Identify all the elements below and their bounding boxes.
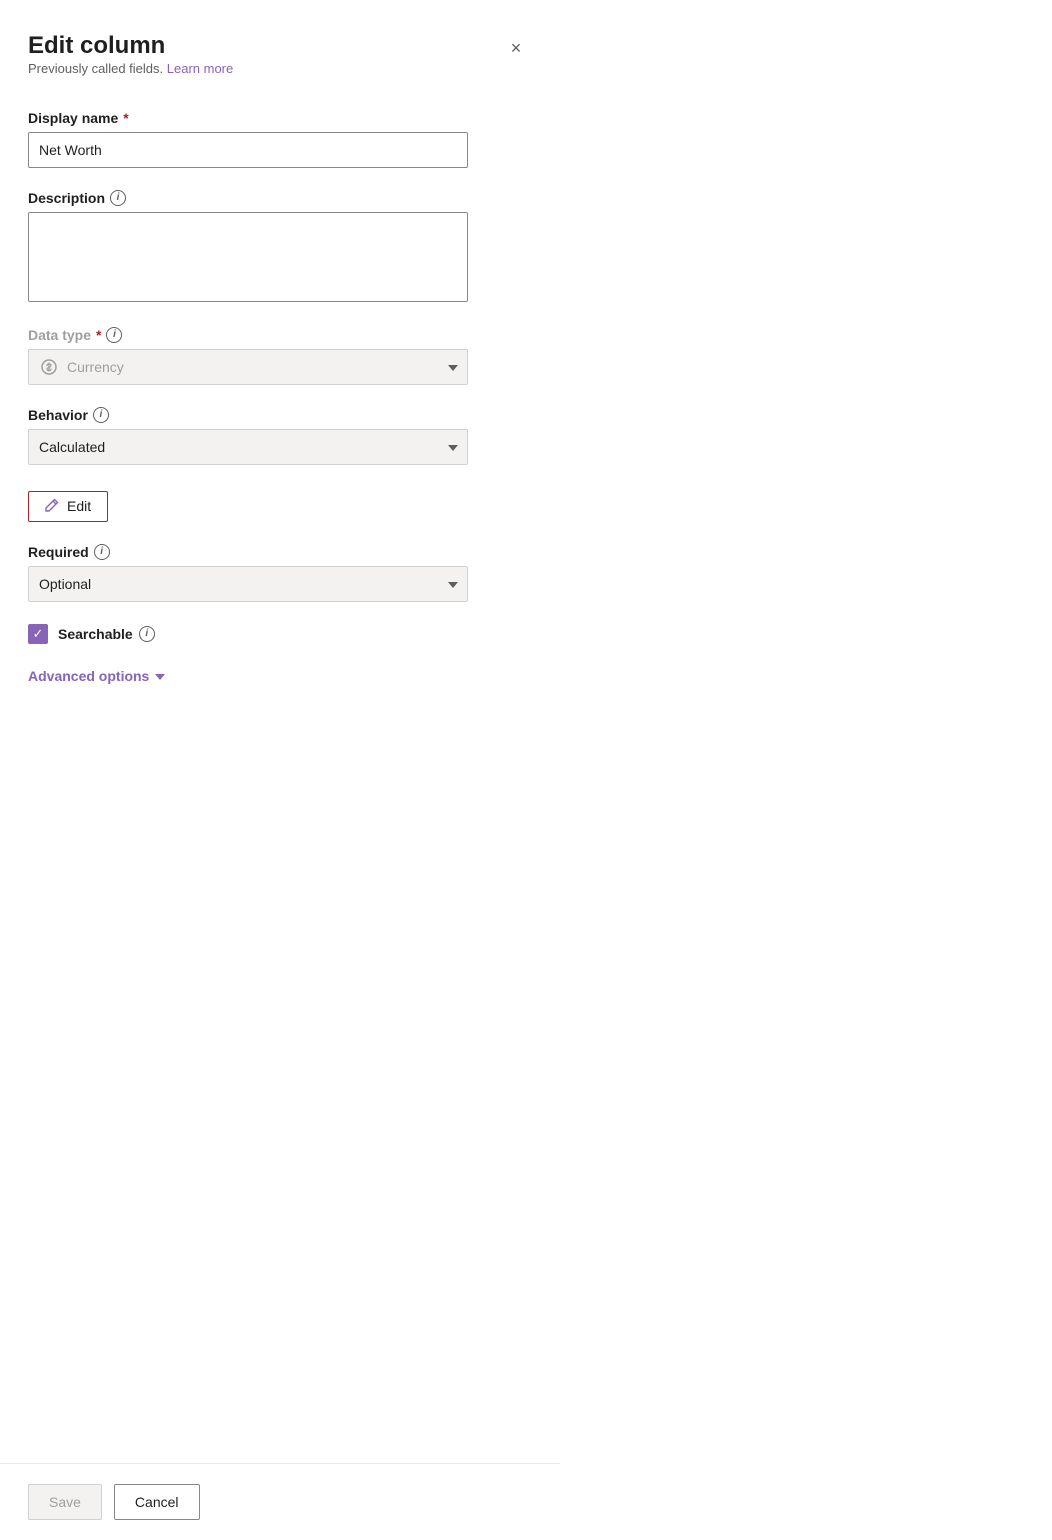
- panel-title: Edit column Previously called fields. Le…: [28, 32, 233, 104]
- required-label: Required i: [28, 544, 532, 560]
- data-type-value: Currency: [67, 359, 124, 375]
- close-button[interactable]: ×: [500, 32, 532, 64]
- display-name-field-group: Display name *: [28, 110, 532, 168]
- edit-button-label: Edit: [67, 498, 91, 514]
- learn-more-link[interactable]: Learn more: [167, 61, 233, 76]
- required-info-icon: i: [94, 544, 110, 560]
- checkmark-icon: ✓: [33, 627, 44, 640]
- description-info-icon: i: [110, 190, 126, 206]
- advanced-options-label: Advanced options: [28, 668, 149, 684]
- edit-button-group: Edit: [28, 487, 532, 522]
- required-field-group: Required i Optional Business Required Bu…: [28, 544, 532, 602]
- save-button[interactable]: Save: [28, 1484, 102, 1520]
- panel-header: Edit column Previously called fields. Le…: [28, 32, 532, 104]
- required-select-wrapper: Optional Business Required Business Reco…: [28, 566, 468, 602]
- data-type-field-group: Data type * i Currency: [28, 327, 532, 385]
- behavior-label: Behavior i: [28, 407, 532, 423]
- advanced-options-button[interactable]: Advanced options: [28, 668, 532, 684]
- searchable-checkbox[interactable]: ✓: [28, 624, 48, 644]
- searchable-row: ✓ Searchable i: [28, 624, 532, 644]
- panel-title-text: Edit column: [28, 32, 233, 61]
- data-type-required-star: *: [96, 327, 101, 343]
- required-select[interactable]: Optional Business Required Business Reco…: [28, 566, 468, 602]
- display-name-input[interactable]: [28, 132, 468, 168]
- panel-subtitle: Previously called fields. Learn more: [28, 61, 233, 76]
- edit-button[interactable]: Edit: [28, 491, 108, 522]
- description-field-group: Description i: [28, 190, 532, 305]
- subtitle-text: Previously called fields.: [28, 61, 163, 76]
- pencil-icon: [45, 498, 59, 515]
- description-label: Description i: [28, 190, 532, 206]
- panel-footer: Save Cancel: [0, 1463, 560, 1540]
- required-star: *: [123, 110, 128, 126]
- behavior-select-wrapper: Calculated Simple Rollup: [28, 429, 468, 465]
- close-icon: ×: [511, 38, 522, 59]
- display-name-label: Display name *: [28, 110, 532, 126]
- advanced-options-chevron-icon: [155, 668, 165, 684]
- behavior-field-group: Behavior i Calculated Simple Rollup: [28, 407, 532, 465]
- behavior-info-icon: i: [93, 407, 109, 423]
- behavior-select[interactable]: Calculated Simple Rollup: [28, 429, 468, 465]
- data-type-select-wrapper: Currency: [28, 349, 468, 385]
- searchable-info-icon: i: [139, 626, 155, 642]
- description-textarea[interactable]: [28, 212, 468, 302]
- edit-column-panel: Edit column Previously called fields. Le…: [0, 0, 560, 1540]
- data-type-display: Currency: [28, 349, 468, 385]
- cancel-button[interactable]: Cancel: [114, 1484, 200, 1520]
- data-type-label: Data type * i: [28, 327, 532, 343]
- searchable-label: Searchable i: [58, 626, 155, 642]
- data-type-info-icon: i: [106, 327, 122, 343]
- currency-icon: [39, 357, 59, 377]
